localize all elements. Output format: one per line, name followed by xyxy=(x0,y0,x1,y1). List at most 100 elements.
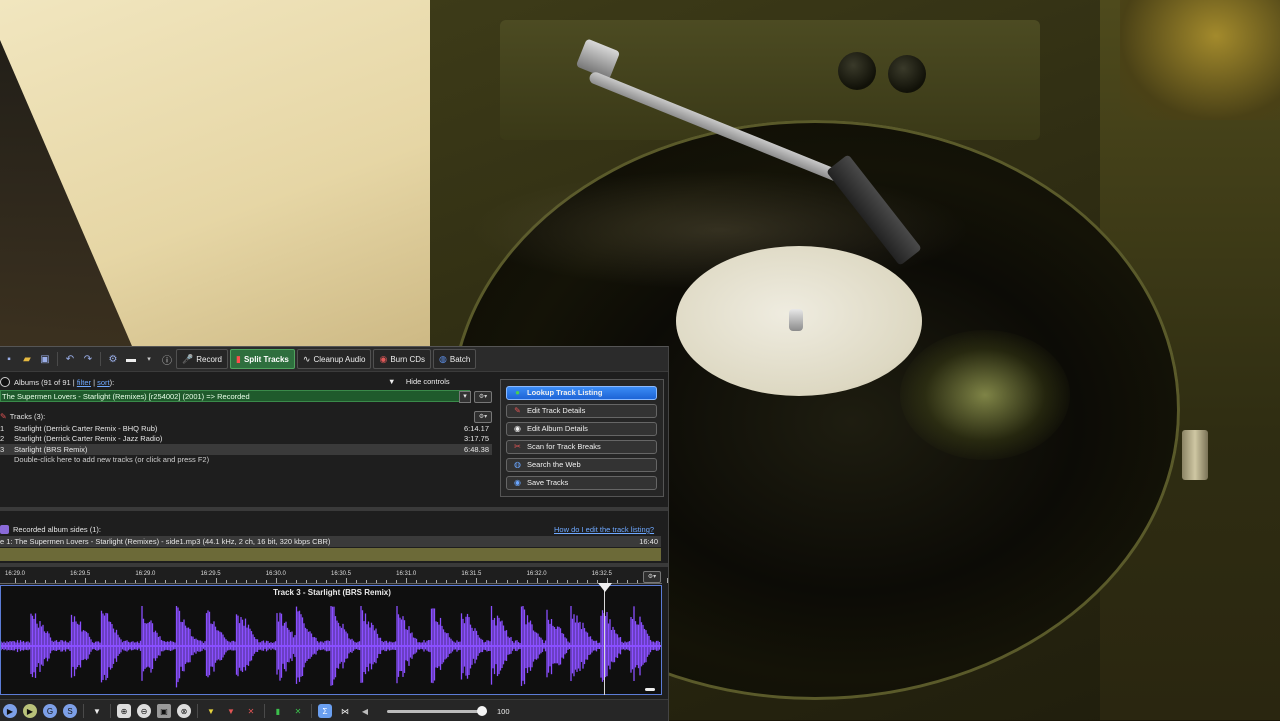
go-to-start-icon[interactable]: G xyxy=(43,704,57,718)
track-title: Starlight (Derrick Carter Remix - Jazz R… xyxy=(14,434,163,444)
tab-batch[interactable]: ◍ Batch xyxy=(433,349,477,369)
tab-label: Split Tracks xyxy=(243,354,289,364)
speaker-icon[interactable]: ◀ xyxy=(358,704,372,718)
open-folder-icon[interactable]: ▰ xyxy=(20,352,34,366)
tracks-list[interactable]: 1 Starlight (Derrick Carter Remix - BHQ … xyxy=(0,423,492,475)
ruler-tick xyxy=(496,580,498,583)
ruler-tick xyxy=(95,580,97,583)
zoom-slider[interactable] xyxy=(387,705,487,716)
ruler-tick xyxy=(636,580,638,583)
filter-link[interactable]: filter xyxy=(77,378,91,387)
ruler-tick xyxy=(436,580,438,583)
zoom-fit-icon[interactable]: ▣ xyxy=(157,704,171,718)
tab-label: Batch xyxy=(449,354,471,364)
scan-for-track-breaks-button[interactable]: ✂ Scan for Track Breaks xyxy=(506,440,657,454)
waveform-options-button[interactable]: ⚙▾ xyxy=(643,571,661,583)
filter-icon[interactable]: ▼ xyxy=(90,704,104,718)
ruler-tick xyxy=(235,580,237,583)
bottom-toolbar: ▶ ▶ G S ▼ ⊕ ⊖ ▣ ⊗ ▼ ▼ ✕ ▮ ✕ Σ ⋈ ◀ 100 xyxy=(0,699,668,721)
ruler-tick xyxy=(406,578,408,583)
table-row[interactable]: 3 Starlight (BRS Remix) 6:48.38 xyxy=(0,444,492,455)
albums-radio[interactable] xyxy=(0,377,10,387)
ruler-tick xyxy=(175,580,177,583)
panel-splitter[interactable] xyxy=(0,563,668,567)
delete-marker-icon[interactable]: ✕ xyxy=(244,704,258,718)
go-to-end-icon[interactable]: S xyxy=(63,704,77,718)
time-ruler[interactable]: 16:29.0 16:29.5 16:29.0 16:29.5 16:30.0 16:30… xyxy=(0,569,668,584)
undo-icon[interactable]: ↶ xyxy=(63,352,77,366)
album-options-button[interactable]: ⚙▾ xyxy=(474,391,492,403)
lookup-track-listing-button[interactable]: ● Lookup Track Listing xyxy=(506,386,657,400)
playhead[interactable] xyxy=(604,585,605,695)
hinge xyxy=(1182,430,1208,480)
album-select[interactable]: The Supermen Lovers - Starlight (Remixes… xyxy=(0,390,470,402)
recorded-side-row[interactable]: e 1: The Supermen Lovers - Starlight (Re… xyxy=(0,536,661,547)
redo-icon[interactable]: ↷ xyxy=(81,352,95,366)
fit-width-icon[interactable]: ⋈ xyxy=(338,704,352,718)
table-row[interactable]: 1 Starlight (Derrick Carter Remix - BHQ … xyxy=(0,423,492,434)
table-row[interactable]: 2 Starlight (Derrick Carter Remix - Jazz… xyxy=(0,434,492,445)
folder-icon[interactable]: ▬ xyxy=(124,352,138,366)
tab-label: Record xyxy=(196,354,223,364)
albums-label: Albums (91 of 91 | xyxy=(14,377,75,387)
tab-burn-cds[interactable]: ◉ Burn CDs xyxy=(373,349,432,369)
sigma-icon[interactable]: Σ xyxy=(318,704,332,718)
search-the-web-button[interactable]: ◍ Search the Web xyxy=(506,458,657,472)
albums-suffix: ): xyxy=(109,377,115,387)
track-title: Starlight (Derrick Carter Remix - BHQ Ru… xyxy=(14,423,158,433)
gear-icon[interactable]: ⚙ xyxy=(106,352,120,366)
edit-album-details-button[interactable]: ◉ Edit Album Details xyxy=(506,422,657,436)
tracks-options-button[interactable]: ⚙▾ xyxy=(474,411,492,423)
ruler-tick xyxy=(105,580,107,583)
panel-splitter[interactable] xyxy=(0,507,668,511)
ruler-tick xyxy=(85,578,87,583)
ruler-tick xyxy=(667,578,668,583)
marker-red-icon[interactable]: ▼ xyxy=(224,704,238,718)
marker-yellow-icon[interactable]: ▼ xyxy=(204,704,218,718)
ruler-tick xyxy=(366,580,368,583)
tab-split-tracks[interactable]: ▮ Split Tracks xyxy=(230,349,295,369)
waveform-view[interactable]: Track 3 - Starlight (BRS Remix) xyxy=(0,585,662,695)
ruler-tick xyxy=(165,580,167,583)
zoom-out-icon[interactable]: ⊖ xyxy=(137,704,151,718)
sort-link[interactable]: sort xyxy=(97,378,110,387)
ruler-tick xyxy=(115,580,117,583)
save-tracks-button[interactable]: ◉ Save Tracks xyxy=(506,476,657,490)
pencil-icon: ✎ xyxy=(514,406,521,415)
zoom-reset-icon[interactable]: ⊗ xyxy=(177,704,191,718)
resize-handle[interactable] xyxy=(645,688,655,691)
chevron-down-icon[interactable]: ▾ xyxy=(459,391,471,403)
edit-track-listing-help-link[interactable]: How do I edit the track listing? xyxy=(554,525,654,534)
ruler-tick xyxy=(125,580,127,583)
chevron-down-icon[interactable]: ▾ xyxy=(142,352,156,366)
ruler-tick xyxy=(506,580,508,583)
play-selection-icon[interactable]: ▶ xyxy=(23,704,37,718)
zoom-in-icon[interactable]: ⊕ xyxy=(117,704,131,718)
edit-track-details-button[interactable]: ✎ Edit Track Details xyxy=(506,404,657,418)
track-number: 3 xyxy=(0,444,5,454)
button-label: Search the Web xyxy=(527,460,581,469)
add-tracks-hint[interactable]: Double-click here to add new tracks (or … xyxy=(0,455,492,466)
ruler-tick xyxy=(516,580,518,583)
split-track-icon[interactable]: ▮ xyxy=(271,704,285,718)
ruler-tick xyxy=(396,580,398,583)
join-track-icon[interactable]: ✕ xyxy=(291,704,305,718)
ruler-tick xyxy=(486,580,488,583)
tab-cleanup-audio[interactable]: ∿ Cleanup Audio xyxy=(296,349,372,369)
save-icon[interactable]: ▣ xyxy=(38,352,52,366)
tab-record[interactable]: 🎤 Record xyxy=(176,349,229,369)
zoom-slider-knob[interactable] xyxy=(477,705,487,716)
button-label: Scan for Track Breaks xyxy=(527,442,601,451)
help-icon[interactable]: ⓘ xyxy=(160,352,174,367)
side-overview-bar[interactable] xyxy=(0,548,661,561)
ruler-tick xyxy=(215,578,217,583)
pencil-icon: ✎ xyxy=(0,411,7,421)
track-number: 1 xyxy=(0,423,5,433)
zoom-value: 100 xyxy=(497,706,510,716)
new-icon[interactable]: ▪ xyxy=(2,352,16,366)
play-icon[interactable]: ▶ xyxy=(3,704,17,718)
hide-controls-toggle[interactable]: ▼ Hide controls xyxy=(388,377,450,386)
playhead-marker[interactable] xyxy=(598,583,612,592)
button-label: Save Tracks xyxy=(527,478,569,487)
tab-label: Burn CDs xyxy=(390,354,426,364)
